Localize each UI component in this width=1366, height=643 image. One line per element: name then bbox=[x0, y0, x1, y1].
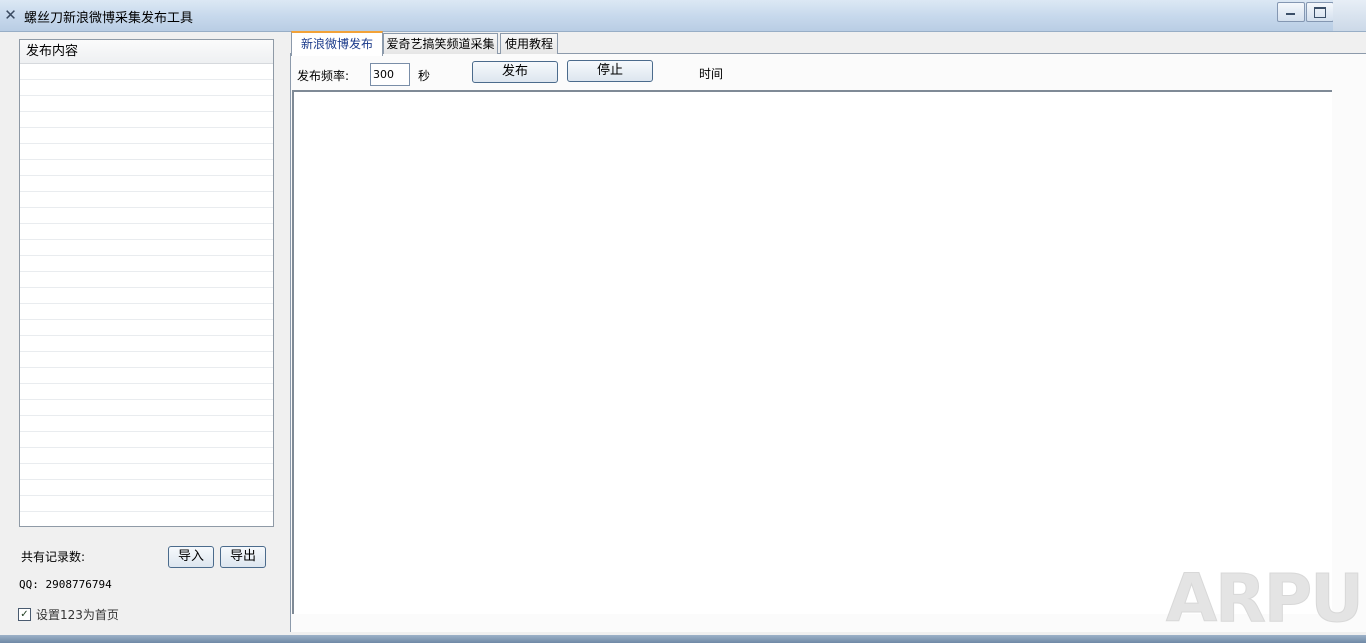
time-label: 时间 bbox=[699, 67, 724, 81]
homepage-checkbox-label[interactable]: 设置123为首页 bbox=[36, 606, 119, 623]
taskbar-edge bbox=[0, 635, 1366, 643]
record-count-label: 共有记录数: bbox=[21, 550, 86, 564]
list-header-content[interactable]: 发布内容 bbox=[20, 40, 273, 64]
minimize-button[interactable] bbox=[1277, 2, 1305, 22]
tab-weibo-publish[interactable]: 新浪微博发布 bbox=[291, 31, 383, 56]
tab-tutorial[interactable]: 使用教程 bbox=[500, 33, 558, 54]
close-button-area[interactable] bbox=[1333, 0, 1366, 31]
publish-button[interactable]: 发布 bbox=[472, 61, 558, 83]
maximize-button[interactable] bbox=[1306, 2, 1334, 22]
content-list[interactable]: 发布内容 bbox=[19, 39, 274, 527]
homepage-checkbox[interactable]: ✓ bbox=[18, 608, 31, 621]
frequency-label: 发布频率: bbox=[297, 69, 350, 83]
caption-buttons bbox=[1276, 2, 1334, 22]
list-rows[interactable] bbox=[20, 64, 273, 524]
log-area[interactable] bbox=[292, 90, 1332, 614]
import-button[interactable]: 导入 bbox=[168, 546, 214, 568]
frequency-input[interactable] bbox=[370, 63, 410, 86]
watermark-logo: ARPUN bbox=[1165, 560, 1366, 638]
stop-button[interactable]: 停止 bbox=[567, 60, 653, 82]
tab-iqiyi-collect[interactable]: 爱奇艺搞笑频道采集 bbox=[383, 33, 498, 54]
window-title: 螺丝刀新浪微博采集发布工具 bbox=[24, 11, 194, 26]
seconds-label: 秒 bbox=[418, 69, 431, 83]
screwdriver-app-icon: ✕ bbox=[4, 6, 17, 24]
homepage-checkbox-row[interactable]: ✓ 设置123为首页 bbox=[18, 606, 119, 623]
title-bar: ✕ 螺丝刀新浪微博采集发布工具 bbox=[0, 0, 1366, 32]
qq-contact-text: QQ: 2908776794 bbox=[19, 578, 112, 591]
export-button[interactable]: 导出 bbox=[220, 546, 266, 568]
